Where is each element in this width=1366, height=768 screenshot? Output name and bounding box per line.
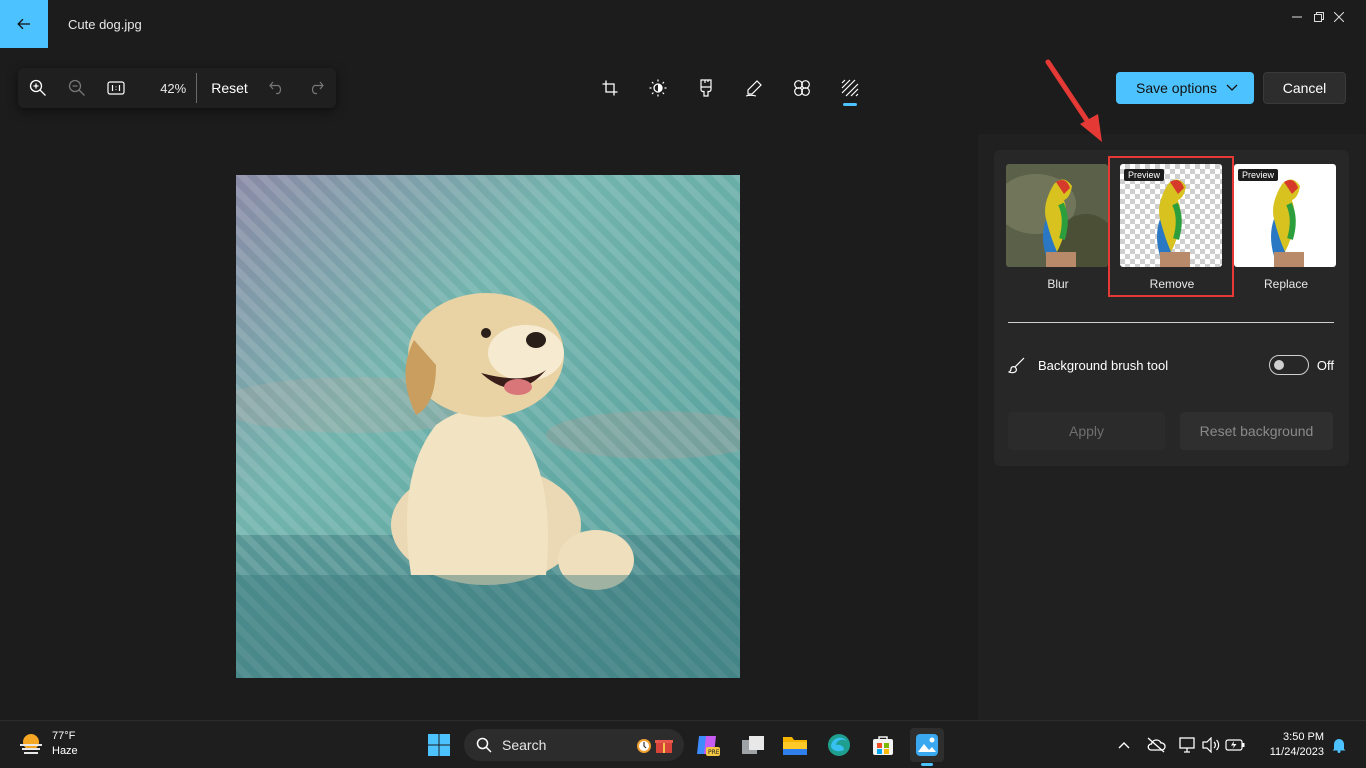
retouch-icon [794, 80, 810, 96]
tab-background[interactable] [826, 70, 874, 106]
photos-icon [916, 734, 938, 756]
actual-size-button[interactable] [96, 68, 135, 108]
background-option-blur[interactable]: Blur [1006, 164, 1110, 291]
save-options-label: Save options [1136, 80, 1217, 96]
battery-tray[interactable] [1224, 733, 1246, 757]
toggle-state-label: Off [1316, 357, 1334, 373]
tab-adjustment[interactable] [634, 70, 682, 106]
network-icon [1179, 737, 1195, 753]
brightness-icon [649, 79, 667, 97]
edit-tool-tabs [586, 70, 874, 106]
clock-time: 3:50 PM [1283, 731, 1324, 743]
zoom-out-button[interactable] [57, 68, 96, 108]
panel-divider [1008, 322, 1334, 323]
photos-app-button[interactable] [910, 728, 944, 766]
reset-background-button[interactable]: Reset background [1180, 412, 1333, 450]
back-button[interactable] [0, 0, 48, 48]
close-button[interactable] [1316, 0, 1362, 34]
clock-date: 11/24/2023 [1269, 746, 1324, 758]
close-icon [1334, 12, 1344, 22]
tab-retouch[interactable] [778, 70, 826, 106]
notifications-button[interactable] [1328, 733, 1350, 757]
microsoft-store-button[interactable] [866, 728, 900, 762]
zoom-level[interactable]: 42% [135, 81, 194, 96]
bell-icon [1332, 739, 1346, 753]
pen-icon [745, 80, 762, 97]
background-icon [841, 79, 859, 97]
replace-label: Replace [1263, 277, 1309, 291]
background-brush-tool-row: Background brush tool Off [1008, 352, 1334, 378]
window-title: Cute dog.jpg [68, 17, 142, 32]
volume-tray[interactable] [1200, 733, 1222, 757]
zoom-out-icon [68, 79, 85, 96]
file-explorer-button[interactable] [778, 728, 812, 762]
task-view-icon [742, 736, 764, 754]
tab-markup[interactable] [730, 70, 778, 106]
photos-app-window: Cute dog.jpg 42% Reset Save options Canc… [0, 0, 1366, 720]
show-hidden-icons-button[interactable] [1113, 733, 1135, 757]
copilot-button[interactable]: PRE [690, 728, 724, 762]
selection-highlight-box [1108, 156, 1234, 297]
replace-thumbnail: Preview [1234, 164, 1336, 267]
cancel-button[interactable]: Cancel [1263, 72, 1346, 104]
parrot-image [1006, 164, 1108, 267]
taskbar-search[interactable]: Search [464, 729, 684, 761]
undo-icon [269, 81, 282, 95]
search-label: Search [502, 737, 547, 753]
redo-icon [312, 81, 325, 95]
undo-button[interactable] [258, 68, 297, 108]
blur-label: Blur [1047, 277, 1069, 291]
weather-temperature: 77°F [52, 730, 76, 742]
weather-condition: Haze [52, 745, 78, 757]
puppy-photo [236, 175, 740, 678]
chevron-up-icon [1118, 742, 1130, 749]
actual-size-icon [107, 81, 125, 95]
search-icon [476, 737, 492, 753]
preview-tag: Preview [1238, 169, 1279, 181]
gift-icon [655, 740, 673, 753]
taskbar: 77°F Haze Search PRE 3:50 PM 11/24/2023 [0, 720, 1366, 768]
apply-button[interactable]: Apply [1008, 412, 1165, 450]
tab-crop[interactable] [586, 70, 634, 106]
speaker-icon [1202, 737, 1220, 753]
svg-text:PRE: PRE [708, 749, 720, 756]
zoom-in-icon [29, 79, 46, 96]
zoom-in-button[interactable] [18, 68, 57, 108]
brush-tool-label: Background brush tool [1038, 357, 1169, 373]
photo-canvas[interactable] [236, 175, 740, 678]
annotation-arrow-icon [1045, 59, 1102, 142]
reset-button[interactable]: Reset [201, 80, 258, 96]
save-options-button[interactable]: Save options [1116, 72, 1254, 104]
redo-button[interactable] [297, 68, 336, 108]
onedrive-tray[interactable] [1145, 733, 1167, 757]
network-tray[interactable] [1177, 733, 1199, 757]
background-option-replace[interactable]: Preview Replace [1234, 164, 1338, 291]
brush-icon [1008, 357, 1025, 374]
filter-brush-icon [700, 79, 712, 97]
toggle-knob [1273, 360, 1284, 370]
arrow-left-icon [17, 18, 30, 30]
edge-button[interactable] [822, 728, 856, 762]
toolbar-divider [196, 73, 198, 103]
weather-widget[interactable]: 77°F Haze [18, 729, 78, 759]
taskbar-clock[interactable]: 3:50 PM 11/24/2023 [1258, 730, 1324, 760]
start-button[interactable] [422, 728, 456, 762]
edge-icon [828, 734, 850, 756]
task-view-button[interactable] [736, 728, 770, 762]
blur-thumbnail [1006, 164, 1108, 267]
active-app-indicator [921, 763, 933, 766]
haze-icon [20, 734, 42, 754]
alarm-clock-icon [637, 739, 651, 753]
tab-filter[interactable] [682, 70, 730, 106]
brush-tool-toggle[interactable] [1268, 355, 1309, 375]
cloud-off-icon [1147, 737, 1166, 753]
windows-logo-icon [428, 734, 450, 756]
crop-icon [602, 80, 618, 96]
copilot-icon: PRE [697, 736, 720, 756]
zoom-toolbar: 42% Reset [18, 68, 336, 108]
folder-icon [783, 737, 807, 755]
battery-charging-icon [1225, 739, 1245, 751]
store-icon [873, 736, 893, 755]
chevron-down-icon[interactable] [1226, 84, 1238, 92]
